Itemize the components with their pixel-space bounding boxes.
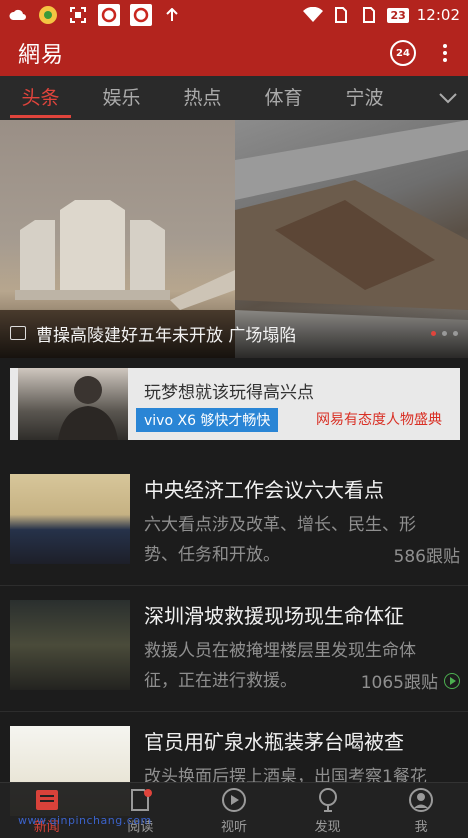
tab-hot[interactable]: 热点 <box>162 76 243 120</box>
news-title: 中央经济工作会议六大看点 <box>144 478 384 502</box>
nav-me[interactable]: 我 <box>374 783 468 838</box>
reply-count: 586跟贴 <box>393 547 460 567</box>
headline-carousel[interactable]: 曹操高陵建好五年未开放 广场塌陷 <box>0 120 468 358</box>
nav-label: 我 <box>414 819 428 835</box>
carousel-caption: 曹操高陵建好五年未开放 广场塌陷 <box>0 308 468 358</box>
app-header: 網易 24 <box>0 30 468 76</box>
nav-media[interactable]: 视听 <box>187 783 281 838</box>
carousel-caption-text: 曹操高陵建好五年未开放 广场塌陷 <box>36 325 297 346</box>
ad-title: 玩梦想就该玩得高兴点 <box>144 383 314 403</box>
tab-ningbo[interactable]: 宁波 <box>324 76 405 120</box>
status-bar: 23 12:02 <box>0 0 468 30</box>
24h-hot-button[interactable]: 24 <box>390 40 416 66</box>
sim-card-icon <box>359 5 379 25</box>
netease-notification-icon <box>130 4 152 26</box>
tab-headlines[interactable]: 头条 <box>0 76 81 120</box>
nav-label: 视听 <box>220 819 247 835</box>
ad-subtitle: 网易有态度人物盛典 <box>316 412 442 428</box>
netease-notification-icon <box>98 4 120 26</box>
ad-vivo-slogan: vivo X6 够快才畅快 <box>136 408 279 432</box>
news-thumbnail <box>10 600 130 690</box>
tab-sports[interactable]: 体育 <box>243 76 324 120</box>
gallery-icon <box>10 326 26 340</box>
app-notification-icon <box>38 5 58 25</box>
nav-read[interactable]: 阅读 <box>94 783 188 838</box>
channel-tabs: 头条 娱乐 热点 体育 宁波 <box>0 76 468 120</box>
news-title: 深圳滑坡救援现场现生命体征 <box>144 604 404 628</box>
video-play-icon <box>444 672 460 689</box>
more-menu-icon[interactable] <box>440 44 450 62</box>
nav-news[interactable]: 新闻 <box>0 783 94 838</box>
play-icon <box>221 787 246 812</box>
ad-banner[interactable]: 玩梦想就该玩得高兴点 vivo X6 够快才畅快 网易有态度人物盛典 <box>10 368 460 440</box>
tab-entertainment[interactable]: 娱乐 <box>81 76 162 120</box>
nav-discover[interactable]: 发现 <box>281 783 375 838</box>
weather-icon <box>8 5 28 25</box>
sim-card-icon <box>331 5 351 25</box>
list-item[interactable]: 深圳滑坡救援现场现生命体征 救援人员在被掩埋楼层里发现生命体征，正在进行救援。 … <box>0 586 468 712</box>
reply-count: 1065跟贴 <box>361 668 460 693</box>
chevron-down-icon[interactable] <box>428 76 468 120</box>
news-thumbnail <box>10 474 130 564</box>
carousel-indicator <box>431 330 458 336</box>
screenshot-icon <box>68 5 88 25</box>
user-icon <box>409 787 434 812</box>
newspaper-icon <box>35 789 58 810</box>
wifi-icon <box>303 5 324 25</box>
netease-logo: 網易 <box>18 43 65 68</box>
nav-label: 发现 <box>314 819 341 835</box>
watermark-text: www.qinpinchang.com <box>18 814 152 827</box>
upload-arrow-icon <box>162 5 182 25</box>
clock: 12:02 <box>416 6 460 24</box>
news-title: 官员用矿泉水瓶装茅台喝被查 <box>144 730 404 754</box>
bottom-navigation: 新闻 阅读 视听 发现 我 <box>0 782 468 838</box>
list-item[interactable]: 中央经济工作会议六大看点 六大看点涉及改革、增长、民生、形势、任务和开放。 58… <box>0 460 468 586</box>
battery-level: 23 <box>387 7 409 23</box>
ad-person-image <box>18 368 128 440</box>
discover-icon <box>318 787 337 812</box>
